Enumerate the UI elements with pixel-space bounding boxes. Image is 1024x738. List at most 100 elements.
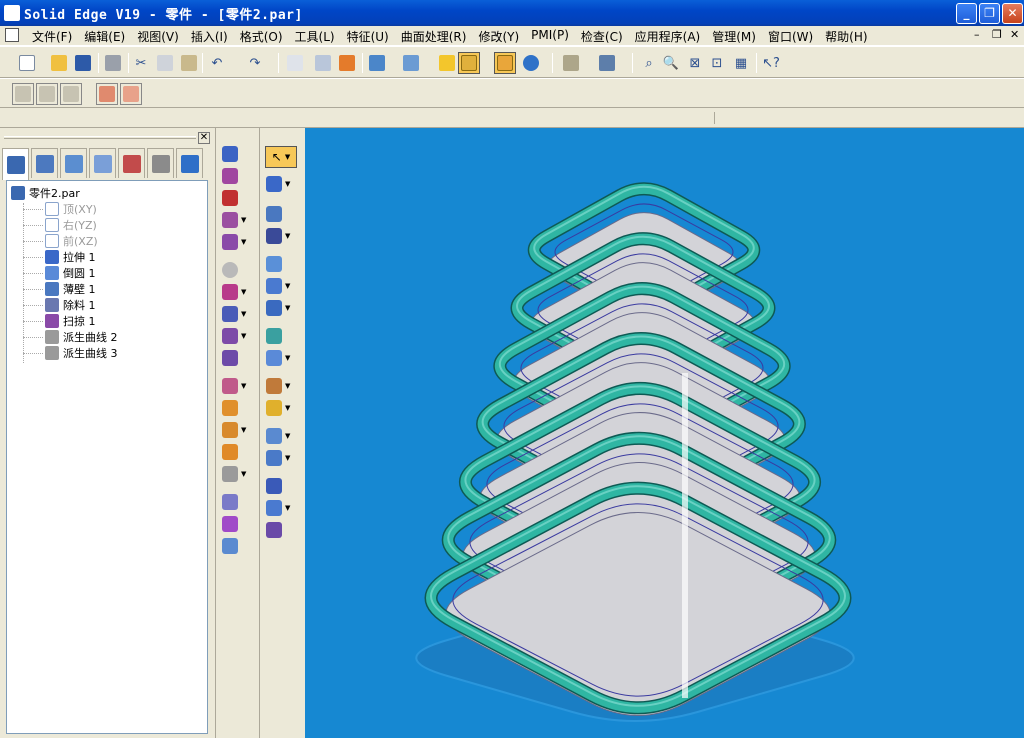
tree-item[interactable]: 倒圆 1 <box>45 265 96 281</box>
minimize-button[interactable]: _ <box>956 3 977 24</box>
feature-tool-b-icon[interactable] <box>36 83 58 105</box>
rib-icon[interactable]: ▼ <box>222 232 258 252</box>
close-button[interactable]: ✕ <box>1002 3 1023 24</box>
library-icon[interactable] <box>222 536 258 556</box>
tree-root[interactable]: 零件2.par <box>11 185 80 201</box>
intersect-icon[interactable]: ▼ <box>266 376 302 396</box>
restore-button[interactable]: ❐ <box>979 3 1000 24</box>
tree-item[interactable]: 顶(XY) <box>45 201 97 217</box>
cutout-tool-icon[interactable] <box>222 188 258 208</box>
round-tool-icon[interactable] <box>222 260 258 280</box>
menu-item[interactable]: 视图(V) <box>131 28 185 45</box>
cut-icon[interactable]: ✂ <box>130 52 152 74</box>
tree-item[interactable]: 右(YZ) <box>45 217 97 233</box>
tab-sensors[interactable] <box>118 148 145 178</box>
select-filter-icon[interactable] <box>596 52 618 74</box>
tab-parts-library[interactable] <box>31 148 58 178</box>
help-pointer-icon[interactable]: ↖? <box>760 52 782 74</box>
protrusion-icon[interactable] <box>222 144 258 164</box>
revolved-icon[interactable] <box>222 166 258 186</box>
doc-close-button[interactable]: ✕ <box>1010 28 1019 41</box>
tree-item[interactable]: 前(XZ) <box>45 233 98 249</box>
menu-item[interactable]: 窗口(W) <box>762 28 819 45</box>
menu-item[interactable]: 格式(O) <box>234 28 289 45</box>
menu-item[interactable]: 帮助(H) <box>819 28 873 45</box>
ref-plane-icon[interactable]: ▼ <box>266 298 302 318</box>
close-panel-icon[interactable]: ✕ <box>198 132 210 144</box>
loft-icon[interactable] <box>222 398 258 418</box>
menu-item[interactable]: 管理(M) <box>706 28 762 45</box>
print-icon[interactable] <box>102 52 124 74</box>
coord-system-icon[interactable]: ▼ <box>266 276 302 296</box>
undo-icon[interactable]: ↶ <box>206 52 228 74</box>
render-icon[interactable] <box>336 52 358 74</box>
hole-icon[interactable]: ▼ <box>222 210 258 230</box>
tree-item[interactable]: 拉伸 1 <box>45 249 96 265</box>
menu-item[interactable]: PMI(P) <box>525 28 575 45</box>
plane-tool-icon[interactable] <box>266 254 302 274</box>
color-sphere-icon[interactable] <box>520 52 542 74</box>
project-icon[interactable] <box>266 520 302 540</box>
tree-item[interactable]: 薄壁 1 <box>45 281 96 297</box>
sweep-tool-icon[interactable]: ▼ <box>222 420 258 440</box>
menu-item[interactable]: 修改(Y) <box>472 28 525 45</box>
tab-simulation[interactable] <box>176 148 203 178</box>
zoom-area-icon[interactable]: ⌕ <box>638 52 660 74</box>
menu-item[interactable]: 检查(C) <box>575 28 629 45</box>
sketch-tool-icon[interactable]: ▼ <box>266 174 302 194</box>
sketch-icon[interactable] <box>284 52 306 74</box>
helix-icon[interactable] <box>222 442 258 462</box>
stitch-icon[interactable]: ▼ <box>266 426 302 446</box>
grid-tool-a-icon[interactable] <box>96 83 118 105</box>
menu-item[interactable]: 编辑(E) <box>78 28 131 45</box>
view-icon[interactable] <box>312 52 334 74</box>
iso-view-icon[interactable] <box>366 52 388 74</box>
pattern-icon[interactable] <box>222 348 258 368</box>
tree-item[interactable]: 派生曲线 2 <box>45 329 118 345</box>
named-view-icon[interactable] <box>400 52 422 74</box>
tree-item[interactable]: 除料 1 <box>45 297 96 313</box>
menu-item[interactable]: 特征(U) <box>341 28 395 45</box>
offset-surface-icon[interactable]: ▼ <box>266 448 302 468</box>
redo-icon[interactable]: ↷ <box>244 52 266 74</box>
display-icon[interactable] <box>560 52 582 74</box>
grid-tool-b-icon[interactable] <box>120 83 142 105</box>
bluesurf-icon[interactable]: ▼ <box>266 348 302 368</box>
tree-item[interactable]: 扫掠 1 <box>45 313 96 329</box>
3d-viewport[interactable] <box>305 128 1024 738</box>
shade-icon[interactable] <box>436 52 458 74</box>
box-icon[interactable]: ▼ <box>266 498 302 518</box>
menu-item[interactable]: 文件(F) <box>26 28 78 45</box>
document-icon[interactable] <box>5 28 19 42</box>
feature-tool-c-icon[interactable] <box>60 83 82 105</box>
doc-minimize-button[interactable]: – <box>974 28 980 41</box>
surface-icon[interactable] <box>266 326 302 346</box>
boolean-icon[interactable] <box>222 514 258 534</box>
shaded-visible-edges-icon[interactable] <box>458 52 480 74</box>
feature-tool-a-icon[interactable] <box>12 83 34 105</box>
pan-icon[interactable]: ⊡ <box>706 52 728 74</box>
fit-icon[interactable]: ⊠ <box>684 52 706 74</box>
open-file-icon[interactable] <box>48 52 70 74</box>
curve-by-points-icon[interactable] <box>266 476 302 496</box>
chamfer-icon[interactable]: ▼ <box>222 282 258 302</box>
copy-icon[interactable] <box>154 52 176 74</box>
zoom-icon[interactable]: 🔍 <box>660 52 682 74</box>
menu-item[interactable]: 曲面处理(R) <box>395 28 473 45</box>
thinwall-tool-icon[interactable]: ▼ <box>222 326 258 346</box>
spring-icon[interactable]: ▼ <box>266 226 302 246</box>
tab-family[interactable] <box>147 148 174 178</box>
rotate-icon[interactable]: ▦ <box>730 52 752 74</box>
menu-item[interactable]: 工具(L) <box>289 28 341 45</box>
tab-layers[interactable] <box>89 148 116 178</box>
tab-features-library[interactable] <box>60 148 87 178</box>
curve-tool-icon[interactable]: ▼ <box>222 464 258 484</box>
new-file-icon[interactable] <box>16 52 38 74</box>
shaded-icon[interactable] <box>494 52 516 74</box>
menu-item[interactable]: 插入(I) <box>185 28 234 45</box>
save-icon[interactable] <box>72 52 94 74</box>
split-icon[interactable]: ▼ <box>266 398 302 418</box>
mirror-icon[interactable]: ▼ <box>222 376 258 396</box>
draft-icon[interactable]: ▼ <box>222 304 258 324</box>
tab-feature-pathfinder[interactable] <box>2 148 29 180</box>
